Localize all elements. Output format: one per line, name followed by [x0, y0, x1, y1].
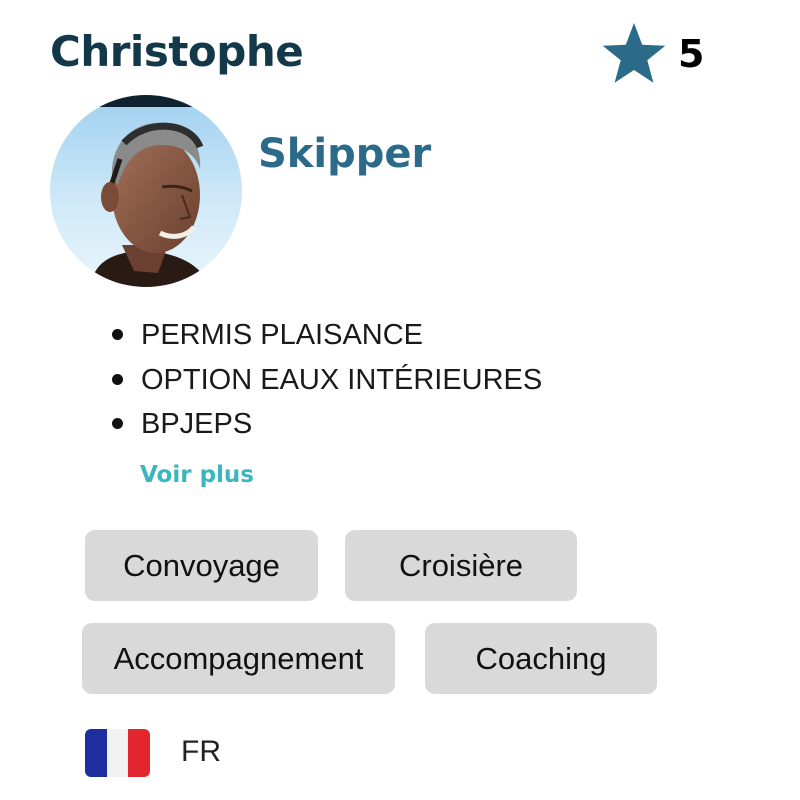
certification-label: OPTION EAUX INTÉRIEURES	[141, 363, 543, 396]
certification-item: PERMIS PLAISANCE	[110, 313, 542, 358]
certification-label: BPJEPS	[141, 408, 253, 440]
rating-value: 5	[678, 32, 705, 76]
avatar	[50, 95, 242, 287]
certification-item: OPTION EAUX INTÉRIEURES	[110, 358, 542, 403]
service-tag-croisiere[interactable]: Croisière	[345, 530, 577, 601]
bullet-icon	[112, 329, 123, 340]
skipper-portrait	[50, 95, 242, 287]
certification-list: PERMIS PLAISANCE OPTION EAUX INTÉRIEURES…	[110, 313, 542, 447]
service-tag-convoyage[interactable]: Convoyage	[85, 530, 318, 601]
skipper-name: Christophe	[50, 27, 304, 76]
star-icon	[602, 23, 666, 83]
service-tag-accompagnement[interactable]: Accompagnement	[82, 623, 395, 694]
certification-label: PERMIS PLAISANCE	[141, 319, 424, 351]
france-flag-icon	[85, 729, 150, 777]
bullet-icon	[112, 418, 123, 429]
voir-plus-link[interactable]: Voir plus	[140, 458, 254, 492]
skipper-profile-card: Christophe 5 Skipper PERMIS PLAISANCE OP…	[0, 0, 800, 800]
bullet-icon	[112, 373, 123, 385]
language-code: FR	[181, 735, 221, 768]
rating: 5	[600, 20, 704, 88]
certification-item: BPJEPS	[110, 402, 542, 447]
service-tag-coaching[interactable]: Coaching	[425, 623, 657, 694]
skipper-role: Skipper	[258, 131, 432, 177]
